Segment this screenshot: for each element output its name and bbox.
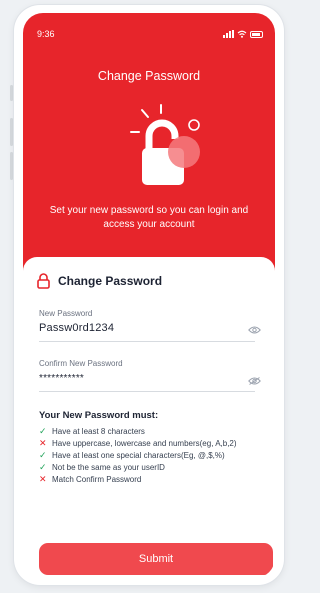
requirement-item: ✓ Have at least one special characters(E… <box>39 449 237 461</box>
phone-volume-down <box>10 152 13 180</box>
status-time: 9:36 <box>37 29 55 39</box>
page-title: Change Password <box>97 69 201 83</box>
check-icon: ✓ <box>39 449 47 460</box>
phone-volume-up <box>10 118 13 146</box>
requirement-text: Have at least 8 characters <box>52 426 145 436</box>
requirement-item: ✓ Not be the same as your userID <box>39 461 237 473</box>
status-icons <box>223 30 263 38</box>
requirements-list: ✓ Have at least 8 characters ✕ Have uppe… <box>39 425 237 485</box>
wifi-icon <box>237 30 247 38</box>
eye-icon[interactable] <box>248 326 261 334</box>
new-password-input[interactable]: Passw0rd1234 <box>39 322 114 334</box>
requirement-text: Have uppercase, lowercase and numbers(eg… <box>52 438 237 448</box>
header-description: Set your new password so you can login a… <box>49 205 249 230</box>
requirement-text: Not be the same as your userID <box>52 462 165 472</box>
submit-button[interactable]: Submit <box>39 543 273 575</box>
phone-side-button <box>10 85 13 101</box>
card-title: Change Password <box>58 274 163 288</box>
requirement-text: Have at least one special characters(Eg,… <box>52 450 225 460</box>
requirement-text: Match Confirm Password <box>52 474 142 484</box>
signal-icon <box>223 30 234 38</box>
requirement-item: ✕ Have uppercase, lowercase and numbers(… <box>39 437 237 449</box>
battery-icon <box>250 30 263 38</box>
change-password-card: Change Password New Password Passw0rd123… <box>23 257 275 578</box>
requirements-title: Your New Password must: <box>39 410 159 421</box>
check-icon: ✓ <box>39 461 47 472</box>
lock-icon <box>130 104 200 185</box>
header-section: 9:36 Change Password Set your new passwo… <box>23 13 275 283</box>
phone-frame: 9:36 Change Password Set your new passwo… <box>14 5 284 585</box>
new-password-label: New Password <box>39 309 93 318</box>
confirm-password-underline <box>39 391 255 392</box>
requirement-item: ✓ Have at least 8 characters <box>39 425 237 437</box>
cross-icon: ✕ <box>39 437 47 448</box>
cross-icon: ✕ <box>39 473 47 484</box>
confirm-password-label: Confirm New Password <box>39 359 123 368</box>
new-password-underline <box>39 341 255 342</box>
lock-outline-icon <box>37 273 50 289</box>
confirm-password-input[interactable]: *********** <box>39 373 84 384</box>
eye-icon[interactable] <box>248 377 261 385</box>
phone-screen: 9:36 Change Password Set your new passwo… <box>23 13 275 578</box>
status-bar: 9:36 <box>23 29 275 43</box>
card-header: Change Password <box>37 273 162 289</box>
requirement-item: ✕ Match Confirm Password <box>39 473 237 485</box>
check-icon: ✓ <box>39 425 47 436</box>
